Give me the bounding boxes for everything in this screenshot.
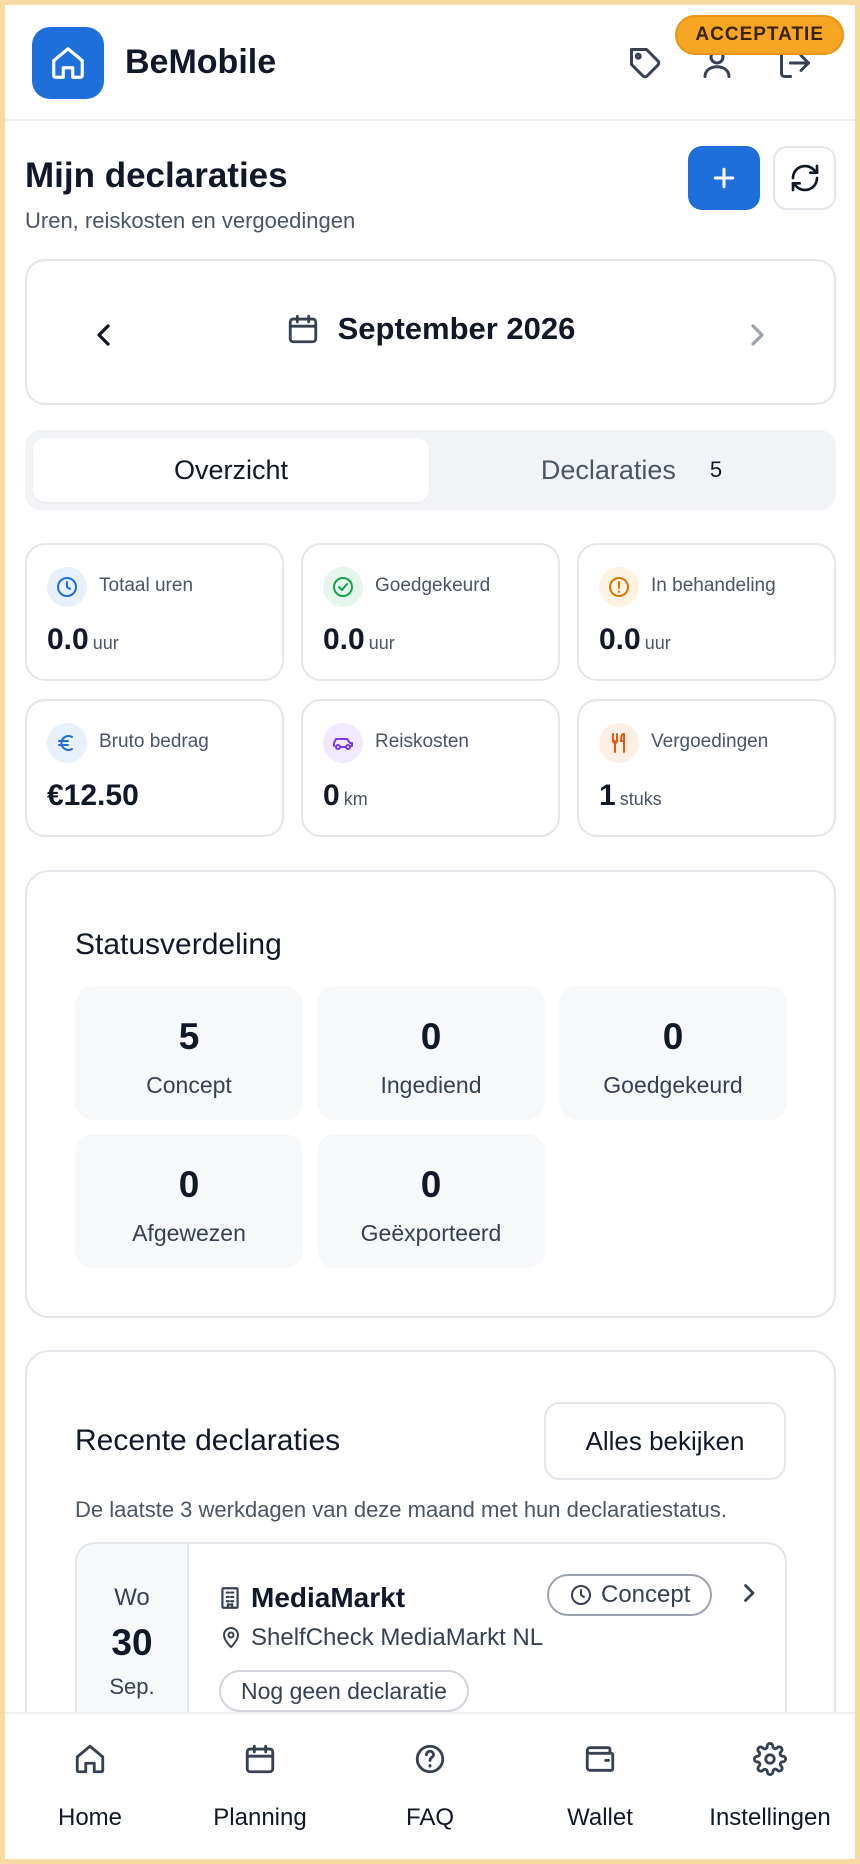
tag-icon[interactable] (627, 45, 663, 81)
day-number: 30 (111, 1622, 153, 1663)
status-label: Geëxporteerd (360, 1220, 502, 1246)
clock-icon (571, 1585, 591, 1605)
stat-total-hours: Totaal uren 0.0 uur (25, 543, 284, 681)
app-logo[interactable] (32, 27, 104, 99)
client-name: MediaMarkt (217, 1582, 405, 1614)
nav-item-faq[interactable]: FAQ (345, 1714, 515, 1859)
car-icon (323, 723, 363, 763)
nav-item-settings[interactable]: Instellingen (685, 1714, 855, 1859)
nav-label: Home (57, 1804, 123, 1831)
refresh-icon (791, 164, 818, 192)
building-icon (221, 1587, 239, 1609)
view-all-button[interactable]: Alles bekijken (544, 1402, 786, 1480)
status-count: 0 (178, 1164, 200, 1205)
status-label: Afgewezen (132, 1220, 246, 1246)
map-pin-icon (222, 1627, 240, 1649)
status-distribution-card: Statusverdeling 5 Concept 0 Ingediend 0 … (25, 870, 836, 1318)
status-label: Goedgekeurd (603, 1072, 743, 1098)
nav-label: Instellingen (709, 1804, 831, 1831)
stat-travel-costs: Reiskosten 0 km (301, 699, 560, 837)
status-count: 5 (178, 1016, 200, 1057)
declaration-note-pill: Nog geen declaratie (219, 1670, 469, 1712)
stat-value: 0.0 uur (599, 623, 671, 656)
month-selector: September 2026 (25, 259, 836, 405)
stat-allowances: Vergoedingen 1 stuks (577, 699, 836, 837)
alert-circle-icon (599, 567, 639, 607)
stat-label: Bruto bedrag (99, 731, 209, 752)
stat-label: Goedgekeurd (375, 575, 491, 596)
status-count: 0 (662, 1016, 684, 1057)
status-label: Concept (146, 1072, 232, 1098)
status-badge: Concept (547, 1574, 713, 1616)
status-tile-exported: 0 Geëxporteerd (317, 1134, 545, 1268)
chevron-right-icon (751, 324, 764, 346)
status-tile-approved: 0 Goedgekeurd (559, 986, 787, 1120)
bottom-navigation: Home Planning FAQ Wallet Instellingen (5, 1712, 855, 1859)
stat-approved: Goedgekeurd 0.0 uur (301, 543, 560, 681)
stat-label: In behandeling (651, 575, 776, 596)
location: ShelfCheck MediaMarkt NL (219, 1624, 543, 1652)
calendar-icon (245, 1744, 275, 1774)
clock-icon (47, 567, 87, 607)
euro-icon (47, 723, 87, 763)
nav-item-planning[interactable]: Planning (175, 1714, 345, 1859)
add-declaration-button[interactable] (688, 146, 760, 210)
stat-value: €12.50 (47, 779, 139, 812)
stat-label: Reiskosten (375, 731, 469, 752)
next-month-button[interactable] (738, 317, 774, 353)
month-abbrev: Sep. (109, 1674, 155, 1699)
page-title: Mijn declaraties (25, 156, 288, 195)
status-count: 0 (420, 1164, 442, 1205)
home-icon (75, 1744, 105, 1774)
status-tile-concept: 5 Concept (75, 986, 303, 1120)
tab-overzicht[interactable]: Overzicht (33, 438, 429, 502)
home-icon (52, 47, 84, 79)
month-label: September 2026 (337, 311, 576, 346)
check-circle-icon (323, 567, 363, 607)
page-subtitle: Uren, reiskosten en vergoedingen (25, 208, 356, 233)
stat-label: Vergoedingen (651, 731, 769, 752)
chevron-right-icon[interactable] (733, 1578, 763, 1608)
gear-icon (753, 1742, 787, 1776)
status-tile-submitted: 0 Ingediend (317, 986, 545, 1120)
status-count: 0 (420, 1016, 442, 1057)
tab-count-badge: 5 (709, 457, 723, 482)
nav-item-home[interactable]: Home (5, 1714, 175, 1859)
refresh-button[interactable] (773, 146, 836, 210)
section-title: Statusverdeling (75, 928, 282, 961)
nav-label: Planning (213, 1804, 307, 1831)
nav-label: FAQ (405, 1804, 454, 1831)
view-tabs: Overzicht Declaraties 5 (25, 430, 836, 510)
section-description: De laatste 3 werkdagen van deze maand me… (75, 1497, 727, 1522)
status-tile-rejected: 0 Afgewezen (75, 1134, 303, 1268)
month-display: September 2026 (27, 311, 834, 347)
stat-value: 0 km (323, 779, 368, 812)
nav-label: Wallet (567, 1804, 633, 1831)
tab-declaraties[interactable]: Declaraties 5 (435, 438, 828, 502)
stat-value: 0.0 uur (323, 623, 395, 656)
tab-label: Declaraties (540, 454, 676, 485)
stat-value: 1 stuks (599, 779, 662, 812)
help-circle-icon (415, 1744, 445, 1774)
brand-name: BeMobile (125, 43, 277, 81)
utensils-icon (599, 723, 639, 763)
wallet-icon (585, 1746, 615, 1772)
stat-gross-amount: Bruto bedrag €12.50 (25, 699, 284, 837)
day-of-week: Wo (114, 1584, 150, 1611)
stat-value: 0.0 uur (47, 623, 119, 656)
section-title: Recente declaraties (75, 1424, 341, 1457)
nav-item-wallet[interactable]: Wallet (515, 1714, 685, 1859)
stat-pending: In behandeling 0.0 uur (577, 543, 836, 681)
app-header: BeMobile ACCEPTATIE (5, 5, 855, 121)
plus-icon (713, 167, 735, 189)
calendar-icon (288, 314, 317, 344)
status-label: Ingediend (380, 1072, 482, 1098)
stat-label: Totaal uren (99, 575, 194, 596)
environment-badge: ACCEPTATIE (675, 15, 844, 55)
